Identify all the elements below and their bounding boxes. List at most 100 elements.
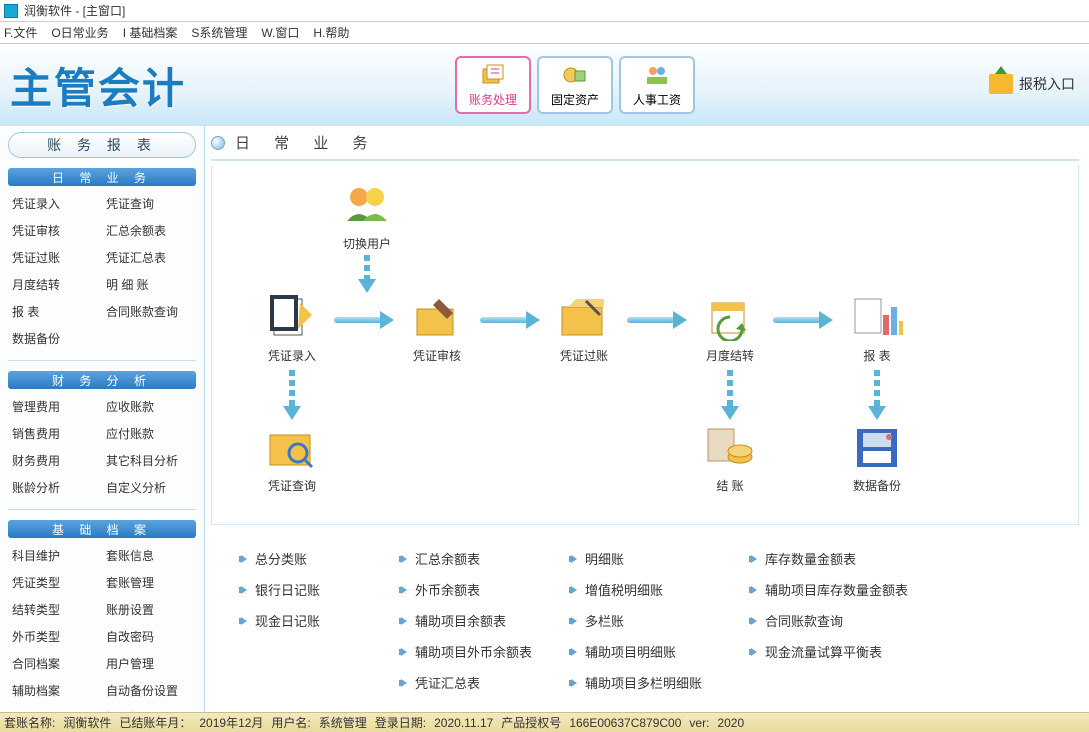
- link-balance-summary[interactable]: 汇总余额表: [401, 549, 571, 568]
- status-bar: 套账名称:润衡软件 已结账年月：2019年12月 用户名:系统管理 登录日期:2…: [0, 712, 1089, 732]
- node-data-backup[interactable]: 数据备份: [837, 423, 917, 494]
- side-voucher-post[interactable]: 凭证过账: [8, 244, 102, 271]
- sidebar-sec3-grid: 科目维护套账信息 凭证类型套账管理 结转类型账册设置 外币类型自改密码 合同档案…: [8, 542, 196, 712]
- arrow-icon: [480, 313, 540, 327]
- menu-help[interactable]: H.帮助: [313, 24, 349, 41]
- menu-archive[interactable]: I 基础档案: [123, 24, 178, 41]
- link-general-ledger[interactable]: 总分类账: [241, 549, 401, 568]
- node-voucher-query[interactable]: 凭证查询: [252, 423, 332, 494]
- arrow-icon: [773, 313, 833, 327]
- side-sales-expense[interactable]: 销售费用: [8, 420, 102, 447]
- side-detail-account[interactable]: 明 细 账: [102, 271, 196, 298]
- side-mgmt-expense[interactable]: 管理费用: [8, 393, 102, 420]
- link-aux-balance[interactable]: 辅助项目余额表: [401, 611, 571, 630]
- header-dot-icon: [211, 136, 225, 150]
- link-aux-multi-column[interactable]: 辅助项目多栏明细账: [571, 673, 751, 692]
- side-other-analysis[interactable]: 其它科目分析: [102, 447, 196, 474]
- node-voucher-post[interactable]: 凭证过账: [544, 293, 624, 364]
- side-voucher-audit[interactable]: 凭证审核: [8, 217, 102, 244]
- menu-system[interactable]: S系统管理: [191, 24, 247, 41]
- sidebar-sec2-header: 财 务 分 析: [8, 371, 196, 389]
- side-voucher-entry[interactable]: 凭证录入: [8, 190, 102, 217]
- side-opening-entry[interactable]: 期初录入: [8, 704, 102, 712]
- link-stock-amount[interactable]: 库存数量金额表: [751, 549, 971, 568]
- status-license: 166E00637C879C00: [569, 716, 681, 730]
- link-contract-query[interactable]: 合同账款查询: [751, 611, 971, 630]
- link-voucher-summary[interactable]: 凭证汇总表: [401, 673, 571, 692]
- side-ledger-setting[interactable]: 账册设置: [102, 596, 196, 623]
- link-foreign-balance[interactable]: 外币余额表: [401, 580, 571, 599]
- side-receivable[interactable]: 应收账款: [102, 393, 196, 420]
- node-month-carry[interactable]: 月度结转: [690, 293, 770, 364]
- link-multi-column[interactable]: 多栏账: [571, 611, 751, 630]
- side-data-backup[interactable]: 数据备份: [8, 325, 102, 352]
- gavel-folder-icon: [409, 293, 465, 341]
- side-voucher-query[interactable]: 凭证查询: [102, 190, 196, 217]
- window-title: 润衡软件 - [主窗口]: [24, 2, 125, 19]
- node-voucher-entry[interactable]: 凭证录入: [252, 293, 332, 364]
- main-title: 日 常 业 务: [235, 132, 378, 153]
- side-carry-type[interactable]: 结转类型: [8, 596, 102, 623]
- side-book-mgmt[interactable]: 套账管理: [102, 569, 196, 596]
- sidebar-sec3-header: 基 础 档 案: [8, 520, 196, 538]
- users-icon: [339, 181, 395, 229]
- side-user-mgmt[interactable]: 用户管理: [102, 650, 196, 677]
- side-aging-analysis[interactable]: 账龄分析: [8, 474, 102, 501]
- title-bar: 润衡软件 - [主窗口]: [0, 0, 1089, 22]
- btn-hr-salary[interactable]: 人事工资: [619, 56, 695, 114]
- menu-file[interactable]: F.文件: [4, 24, 37, 41]
- link-aux-detail[interactable]: 辅助项目明细账: [571, 642, 751, 661]
- btn-fixed-assets[interactable]: 固定资产: [537, 56, 613, 114]
- side-month-carry[interactable]: 月度结转: [8, 271, 102, 298]
- link-bank-journal[interactable]: 银行日记账: [241, 580, 401, 599]
- sidebar-sec1-grid: 凭证录入凭证查询 凭证审核汇总余额表 凭证过账凭证汇总表 月度结转明 细 账 报…: [8, 190, 196, 352]
- menu-bar: F.文件 O日常业务 I 基础档案 S系统管理 W.窗口 H.帮助: [0, 22, 1089, 44]
- status-book-name: 润衡软件: [63, 714, 111, 731]
- workflow-diagram: 切换用户 凭证录入 凭证审核 凭证过账 月度结转: [211, 165, 1079, 525]
- link-cashflow-trial[interactable]: 现金流量试算平衡表: [751, 642, 971, 661]
- assets-icon: [561, 63, 589, 87]
- folder-pen-icon: [556, 293, 612, 341]
- status-closed-period: 2019年12月: [199, 714, 263, 731]
- sidebar: 账 务 报 表 日 常 业 务 凭证录入凭证查询 凭证审核汇总余额表 凭证过账凭…: [0, 126, 205, 712]
- btn-account-processing[interactable]: 账务处理: [455, 56, 531, 114]
- link-cash-journal[interactable]: 现金日记账: [241, 611, 401, 630]
- floppy-disk-icon: [849, 423, 905, 471]
- node-switch-user[interactable]: 切换用户: [327, 181, 407, 252]
- link-aux-stock-amount[interactable]: 辅助项目库存数量金额表: [751, 580, 971, 599]
- link-aux-foreign-balance[interactable]: 辅助项目外币余额表: [401, 642, 571, 661]
- node-report[interactable]: 报 表: [837, 293, 917, 364]
- side-custom-analysis[interactable]: 自定义分析: [102, 474, 196, 501]
- logo-text: 主管会计: [10, 55, 186, 116]
- side-book-info[interactable]: 套账信息: [102, 542, 196, 569]
- side-aux-archive[interactable]: 辅助档案: [8, 677, 102, 704]
- side-auto-backup[interactable]: 自动备份设置: [102, 677, 196, 704]
- side-subject-maint[interactable]: 科目维护: [8, 542, 102, 569]
- side-voucher-summary[interactable]: 凭证汇总表: [102, 244, 196, 271]
- link-detail-account[interactable]: 明细账: [571, 549, 751, 568]
- side-voucher-type[interactable]: 凭证类型: [8, 569, 102, 596]
- account-icon: [479, 63, 507, 87]
- main-header: 日 常 业 务: [211, 132, 1079, 153]
- app-icon: [4, 4, 18, 18]
- side-finance-expense[interactable]: 财务费用: [8, 447, 102, 474]
- side-contract-query[interactable]: 合同账款查询: [102, 298, 196, 325]
- side-printer-setting[interactable]: 打印机设置: [102, 704, 196, 712]
- link-vat-detail[interactable]: 增值税明细账: [571, 580, 751, 599]
- side-report[interactable]: 报 表: [8, 298, 102, 325]
- calendar-cycle-icon: [702, 293, 758, 341]
- chart-report-icon: [849, 293, 905, 341]
- side-currency-type[interactable]: 外币类型: [8, 623, 102, 650]
- menu-window[interactable]: W.窗口: [261, 24, 299, 41]
- tax-entry[interactable]: 报税入口: [989, 74, 1075, 94]
- ledger-coins-icon: [702, 423, 758, 471]
- node-settle[interactable]: 结 账: [690, 423, 770, 494]
- node-voucher-audit[interactable]: 凭证审核: [397, 293, 477, 364]
- menu-daily[interactable]: O日常业务: [51, 24, 108, 41]
- side-balance-summary[interactable]: 汇总余额表: [102, 217, 196, 244]
- sidebar-sec2-grid: 管理费用应收账款 销售费用应付账款 财务费用其它科目分析 账龄分析自定义分析: [8, 393, 196, 501]
- hr-icon: [643, 63, 671, 87]
- side-contract-archive[interactable]: 合同档案: [8, 650, 102, 677]
- side-change-pwd[interactable]: 自改密码: [102, 623, 196, 650]
- side-payable[interactable]: 应付账款: [102, 420, 196, 447]
